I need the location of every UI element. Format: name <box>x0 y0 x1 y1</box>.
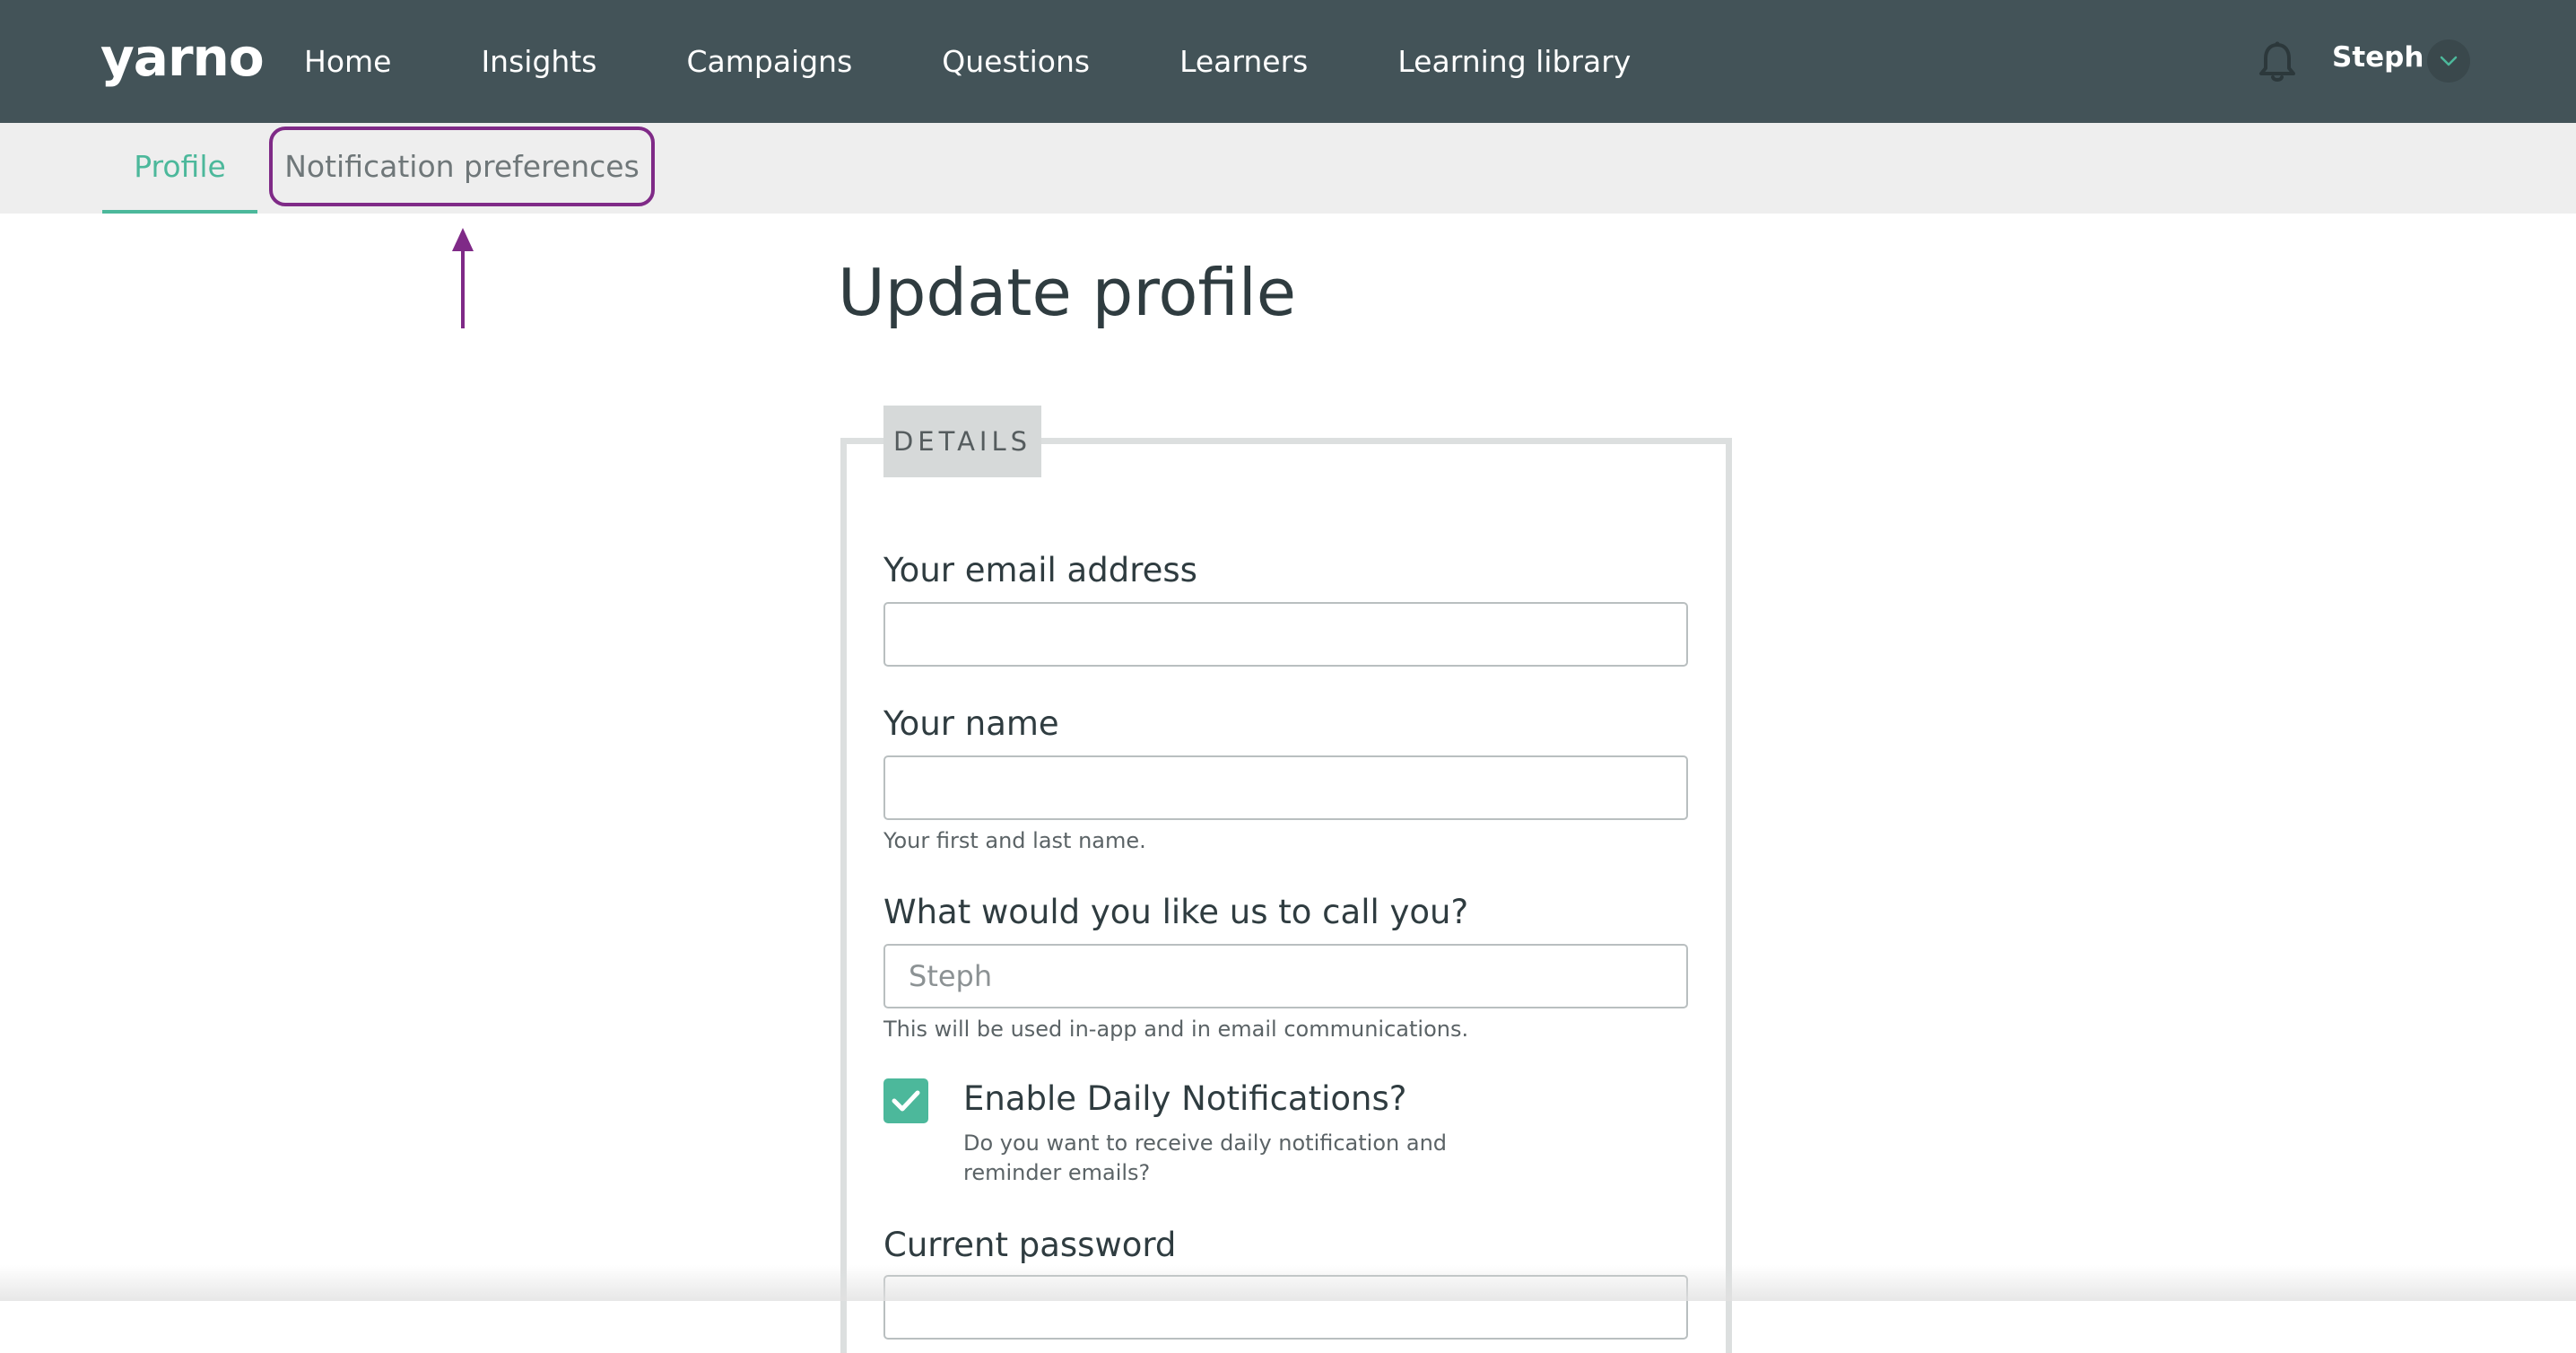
nickname-label: What would you like us to call you? <box>883 893 1469 931</box>
name-field[interactable] <box>883 755 1688 820</box>
top-navigation-bar: yarno Home Insights Campaigns Questions … <box>0 0 2576 123</box>
current-password-label: Current password <box>883 1226 1177 1264</box>
nav-item-insights[interactable]: Insights <box>481 44 596 79</box>
check-icon <box>892 1090 920 1112</box>
bell-icon[interactable] <box>2257 39 2298 84</box>
page-title: Update profile <box>838 255 1297 330</box>
nav-item-learning-library[interactable]: Learning library <box>1397 44 1631 79</box>
email-field[interactable] <box>883 602 1688 667</box>
tab-notification-preferences[interactable]: Notification preferences <box>269 127 655 206</box>
tab-profile[interactable]: Profile <box>102 123 257 214</box>
nickname-help-text: This will be used in-app and in email co… <box>883 1017 1469 1042</box>
details-section-label: DETAILS <box>883 406 1041 477</box>
email-label: Your email address <box>883 551 1197 589</box>
nav-item-questions[interactable]: Questions <box>942 44 1090 79</box>
profile-subnav: Profile Notification preferences <box>0 123 2576 214</box>
daily-notifications-checkbox[interactable] <box>883 1078 928 1123</box>
user-name[interactable]: Steph <box>2332 38 2424 77</box>
nav-item-campaigns[interactable]: Campaigns <box>686 44 852 79</box>
name-label: Your name <box>883 704 1059 743</box>
nickname-field[interactable] <box>883 944 1688 1008</box>
name-help-text: Your first and last name. <box>883 828 1146 853</box>
arrow-up-icon <box>452 228 474 328</box>
chevron-down-icon <box>2440 56 2458 66</box>
main-nav: Home Insights Campaigns Questions Learne… <box>304 0 1720 123</box>
yarno-logo[interactable]: yarno <box>100 23 265 92</box>
current-password-field[interactable] <box>883 1275 1688 1340</box>
nav-item-home[interactable]: Home <box>304 44 391 79</box>
user-menu-toggle[interactable] <box>2427 39 2470 83</box>
daily-notifications-help-text: Do you want to receive daily notificatio… <box>963 1130 1448 1185</box>
daily-notifications-label[interactable]: Enable Daily Notifications? <box>963 1077 1406 1122</box>
nav-item-learners[interactable]: Learners <box>1179 44 1308 79</box>
